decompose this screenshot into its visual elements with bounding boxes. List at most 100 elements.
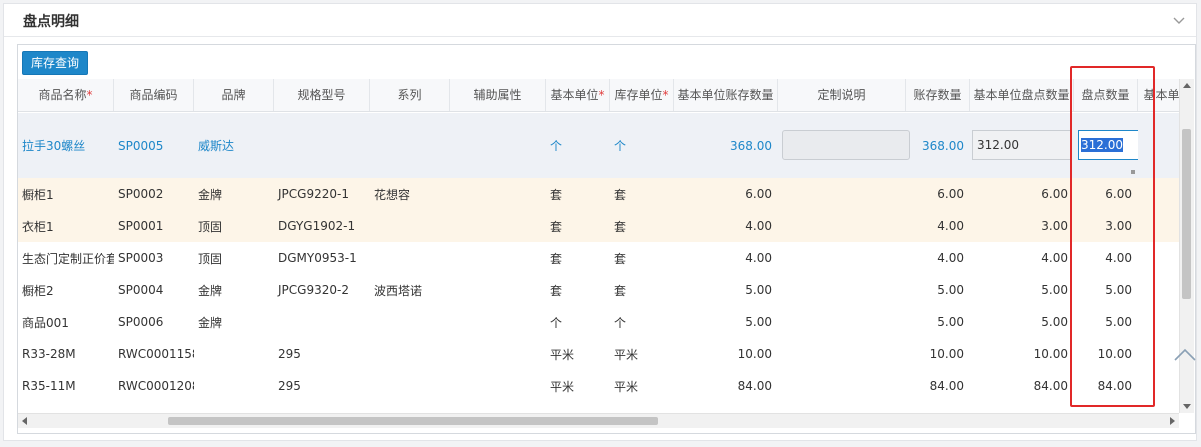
table-row[interactable]: 橱柜1 SP0002 金牌 JPCG9220-1 花想容 套 套 6.00 6.00 6.00 6.… [18,178,1179,210]
cell-book_qty: 368.00 [922,138,964,153]
column-header-base_qty[interactable]: 基本单位账存数量 [674,79,778,111]
scroll-up-icon[interactable] [1183,83,1191,88]
cell-stock_unit: 个 [614,315,627,330]
column-header-count[interactable]: 盘点数量 [1074,79,1138,111]
scroll-left-icon[interactable] [22,417,27,425]
scroll-right-icon[interactable] [1170,417,1175,425]
panel-header: 盘点明细 [4,4,1196,37]
column-header-base_unit[interactable]: 基本单位* [546,79,610,111]
cell-base_qty: 5.00 [745,315,772,329]
column-header-name[interactable]: 商品名称* [18,79,114,111]
cell-code: SP0005 [118,138,164,153]
count-input-value: 312.00 [1081,138,1123,152]
cell-book_qty: 5.00 [937,283,964,297]
count-input[interactable]: 312.00 [1078,130,1138,160]
detail-grid-container: 库存查询 商品名称* 商品编码 品牌 规格型号 系列 辅助属性 基本单位* 库存单位* 基本单位… [17,44,1196,434]
column-header-spec[interactable]: 规格型号 [274,79,370,111]
column-header-label: 商品名称 [38,88,87,102]
column-header-stock_unit[interactable]: 库存单位* [610,79,674,111]
horizontal-scrollbar[interactable] [18,413,1179,428]
cell-name: 商品001 [22,315,69,330]
chevron-down-icon[interactable] [1172,13,1186,27]
cell-count: 10.00 [1097,347,1132,361]
scroll-down-icon[interactable] [1183,404,1191,409]
column-header-base_count[interactable]: 基本单位盘点数量 [970,79,1074,111]
cell-series [370,338,450,370]
table-row[interactable]: 衣柜1 SP0001 顶固 DGYG1902-1 套 套 4.00 4.00 3.00 3.00 [18,210,1179,242]
cell-base_unit: 套 [550,219,563,234]
column-header-book_qty[interactable]: 账存数量 [906,79,970,111]
cell-base_count: 3.00 [1041,219,1068,233]
cell-spec [274,306,370,338]
table-row[interactable]: R33-28M RWC0001158 295 平米 平米 10.00 10.00 10.00 1… [18,338,1179,370]
cell-book_qty: 6.00 [937,187,964,201]
column-header-code[interactable]: 商品编码 [114,79,194,111]
cell-book_qty: 5.00 [937,315,964,329]
cell-stock_unit: 套 [614,187,627,202]
cell-aux [450,274,546,306]
column-header-label: 基本单位 [550,88,599,102]
column-header-custom[interactable]: 定制说明 [778,79,906,111]
cell-spec [274,113,370,178]
cell-stock_unit: 平米 [614,379,639,394]
cell-name: 生态门定制正价套 [22,251,114,266]
back-to-top-icon[interactable] [1172,344,1198,364]
required-mark: * [86,88,93,102]
cell-book_qty: 84.00 [929,379,964,393]
table-row[interactable]: 橱柜2 SP0004 金牌 JPCG9320-2 波西塔诺 套 套 5.00 5.00 5.00 5… [18,274,1179,306]
cell-base_unit: 个 [550,315,563,330]
column-header-label: 系列 [397,88,422,102]
column-header-label: 基本单位盘点数量 [973,88,1070,102]
cell-brand: 威斯达 [198,139,235,153]
cell-brand [194,370,274,402]
cell-custom [778,178,906,210]
column-header-label: 商品编码 [129,88,178,102]
cell-series: 花想容 [374,187,411,202]
table-row[interactable]: 生态门定制正价套 SP0003 顶固 DGMY0953-1 套 套 4.00 4.00 4.00… [18,242,1179,274]
cell-spec: 295 [278,379,301,393]
column-header-aux[interactable]: 辅助属性 [450,79,546,111]
cell-custom [778,113,918,178]
cell-count: 5.00 [1105,315,1132,329]
required-mark: * [662,88,669,102]
cell-series [370,306,450,338]
base-count-field: 312.00 [972,130,1072,160]
cell-book_qty: 4.00 [937,251,964,265]
cell-custom [778,306,906,338]
cell-brand: 金牌 [198,315,223,330]
cell-base_qty: 6.00 [745,187,772,201]
vertical-scroll-thumb[interactable] [1182,129,1191,299]
cell-name: 拉手30螺丝 [22,139,86,153]
cell-aux [450,210,546,242]
inventory-query-button[interactable]: 库存查询 [22,51,89,75]
cell-code: RWC0001208 [118,379,194,393]
cell-custom [778,338,906,370]
table-row[interactable]: 拉手30螺丝 SP0005 威斯达 个 个 368.00 368.00 312.00 312.0… [18,113,1179,178]
cell-stock_unit: 套 [614,251,627,266]
cell-aux [450,370,546,402]
cell-base_count: 10.00 [1033,347,1068,361]
cell-base_count: 6.00 [1041,187,1068,201]
column-header-series[interactable]: 系列 [370,79,450,111]
panel-title: 盘点明细 [23,14,79,30]
grid-header: 商品名称* 商品编码 品牌 规格型号 系列 辅助属性 基本单位* 库存单位* 基本单位账存数量定… [18,79,1179,112]
cell-spec: 295 [278,347,301,361]
cell-spec: JPCG9320-2 [278,283,349,297]
cell-count[interactable]: 312.00 [1074,113,1138,178]
horizontal-scroll-thumb[interactable] [168,417,658,425]
table-row[interactable]: R35-11M RWC0001208 295 平米 平米 84.00 84.00 84.00 8… [18,370,1179,402]
cell-brand: 顶固 [198,251,223,266]
cell-base_count: 4.00 [1041,251,1068,265]
column-header-label: 品牌 [221,88,246,102]
column-header-brand[interactable]: 品牌 [194,79,274,111]
cell-custom [778,370,906,402]
table-row[interactable]: 商品001 SP0006 金牌 个 个 5.00 5.00 5.00 5.00 [18,306,1179,338]
required-mark: * [598,88,605,102]
column-header-base_extra[interactable]: 基本单位 [1138,79,1179,111]
cell-name: 橱柜2 [22,283,54,298]
data-grid: 商品名称* 商品编码 品牌 规格型号 系列 辅助属性 基本单位* 库存单位* 基本单位账存数量定… [18,79,1179,413]
cell-brand: 金牌 [198,283,223,298]
input-resize-handle[interactable] [1131,170,1135,174]
cell-base_qty: 368.00 [730,138,772,153]
cell-count: 6.00 [1105,187,1132,201]
